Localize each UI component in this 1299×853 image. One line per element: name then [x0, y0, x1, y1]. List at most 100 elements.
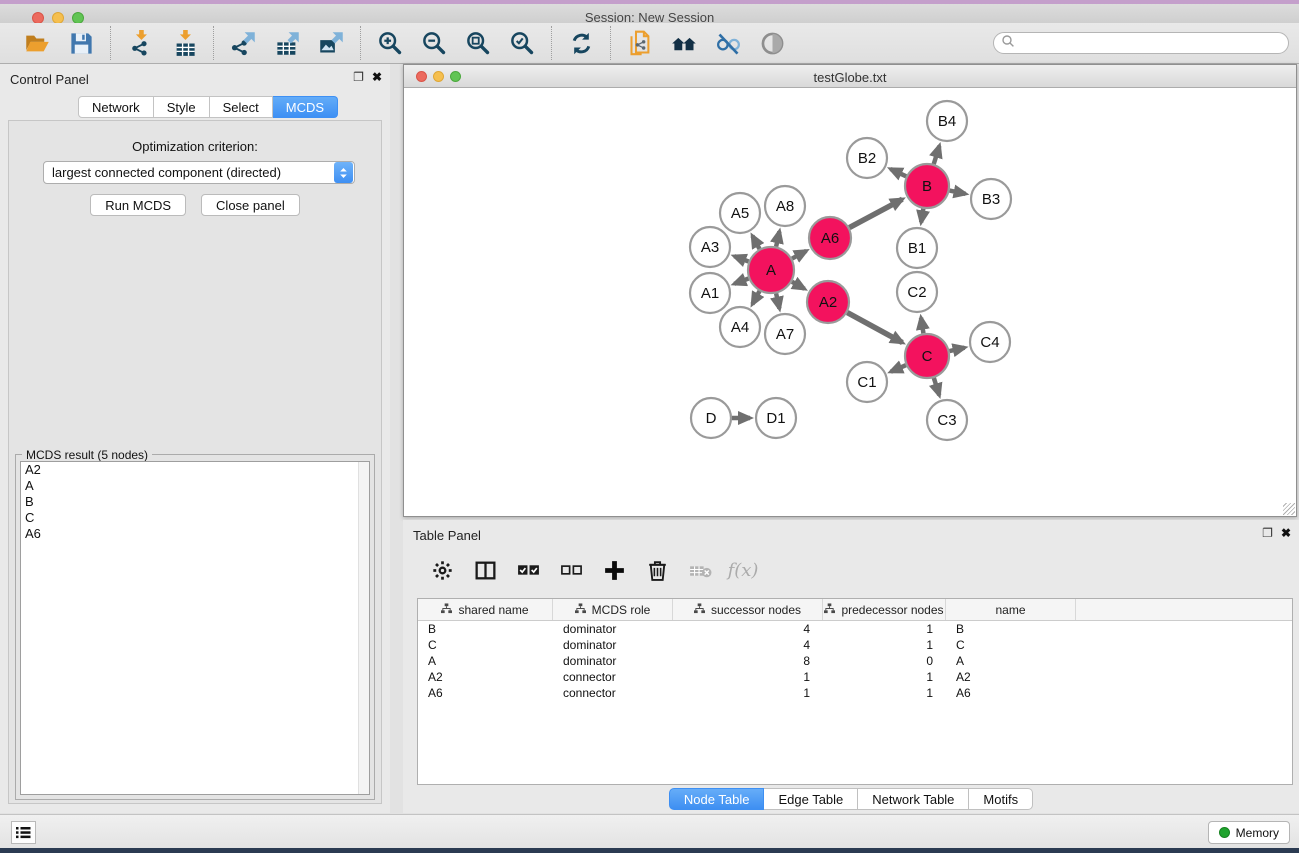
import-network-icon[interactable] [125, 28, 155, 58]
edge-B-B4[interactable] [934, 146, 940, 164]
edge-C-C3[interactable] [934, 378, 939, 395]
mcds-result-item[interactable]: B [21, 494, 369, 510]
network-canvas[interactable]: B4 B2 B B3 A8A5 A6 A3 B1 A A1 C2 A2 A4A7 C4 C C1 C3 D D1 [404, 88, 1296, 516]
close-table-panel-icon[interactable]: ✖ [1281, 526, 1291, 540]
edge-A-A4[interactable] [752, 291, 759, 304]
node-D[interactable]: D [691, 398, 731, 438]
node-A[interactable]: A [748, 247, 794, 293]
table-row[interactable]: A2connector11A2 [418, 669, 1292, 685]
open-file-icon[interactable] [22, 28, 52, 58]
edge-A-A5[interactable] [752, 236, 759, 249]
node-A8[interactable]: A8 [765, 186, 805, 226]
tab-style[interactable]: Style [154, 96, 210, 118]
add-column-icon[interactable] [601, 557, 627, 583]
run-mcds-button[interactable]: Run MCDS [90, 194, 186, 216]
criterion-dropdown[interactable]: largest connected component (directed) [43, 161, 355, 184]
edge-B-B2[interactable] [891, 169, 907, 176]
tab-network-table[interactable]: Network Table [858, 788, 969, 810]
zoom-in-icon[interactable] [375, 28, 405, 58]
column-header-shared-name[interactable]: shared name [418, 599, 553, 620]
resize-grip[interactable] [1283, 503, 1295, 515]
zoom-selected-icon[interactable] [507, 28, 537, 58]
mcds-result-list[interactable]: A2ABCA6 [20, 461, 370, 795]
edge-A6-B[interactable] [849, 199, 902, 227]
node-B3[interactable]: B3 [971, 179, 1011, 219]
export-table-icon[interactable] [272, 28, 302, 58]
node-A2[interactable]: A2 [807, 281, 849, 323]
node-C3[interactable]: C3 [927, 400, 967, 440]
node-A5[interactable]: A5 [720, 193, 760, 233]
node-table[interactable]: shared nameMCDS rolesuccessor nodesprede… [417, 598, 1293, 785]
column-header-predecessor-nodes[interactable]: predecessor nodes [823, 599, 946, 620]
refresh-view-icon[interactable] [566, 28, 596, 58]
hide-graphics-details-icon[interactable] [713, 28, 743, 58]
import-table-icon[interactable] [169, 28, 199, 58]
result-scrollbar[interactable] [358, 462, 369, 794]
edge-B-B1[interactable] [921, 209, 923, 223]
table-row[interactable]: Bdominator41B [418, 621, 1292, 637]
table-row[interactable]: Cdominator41C [418, 637, 1292, 653]
table-row[interactable]: A6connector11A6 [418, 685, 1292, 701]
tab-mcds[interactable]: MCDS [273, 96, 338, 118]
node-C1[interactable]: C1 [847, 362, 887, 402]
node-B2[interactable]: B2 [847, 138, 887, 178]
column-header-successor-nodes[interactable]: successor nodes [673, 599, 823, 620]
node-B1[interactable]: B1 [897, 228, 937, 268]
export-image-icon[interactable] [316, 28, 346, 58]
deselect-all-rows-icon[interactable] [558, 557, 584, 583]
column-header-name[interactable]: name [946, 599, 1076, 620]
edge-A-A3[interactable] [734, 256, 748, 261]
memory-button[interactable]: Memory [1208, 821, 1290, 844]
mcds-result-item[interactable]: A [21, 478, 369, 494]
edge-C-C2[interactable] [921, 318, 923, 334]
search-box[interactable] [993, 32, 1289, 54]
mcds-result-item[interactable]: A6 [21, 526, 369, 542]
network-from-selection-icon[interactable] [625, 28, 655, 58]
node-A7[interactable]: A7 [765, 314, 805, 354]
tab-node-table[interactable]: Node Table [669, 788, 765, 810]
tab-network[interactable]: Network [78, 96, 154, 118]
table-settings-icon[interactable] [429, 557, 455, 583]
column-visibility-icon[interactable] [472, 557, 498, 583]
node-A3[interactable]: A3 [690, 227, 730, 267]
float-table-panel-icon[interactable]: ❐ [1262, 526, 1273, 540]
edge-A-A6[interactable] [792, 251, 806, 259]
task-history-button[interactable] [11, 821, 36, 844]
home-icon[interactable] [669, 28, 699, 58]
node-D1[interactable]: D1 [756, 398, 796, 438]
edge-A-A7[interactable] [776, 293, 779, 308]
tab-select[interactable]: Select [210, 96, 273, 118]
tab-edge-table[interactable]: Edge Table [764, 788, 858, 810]
search-input[interactable] [1015, 36, 1265, 50]
close-panel-icon[interactable]: ✖ [372, 70, 382, 84]
zoom-out-icon[interactable] [419, 28, 449, 58]
node-B4[interactable]: B4 [927, 101, 967, 141]
node-A4[interactable]: A4 [720, 307, 760, 347]
table-row[interactable]: Adominator80A [418, 653, 1292, 669]
edge-A-A2[interactable] [792, 282, 805, 289]
node-C[interactable]: C [905, 334, 949, 378]
delete-column-icon[interactable] [644, 557, 670, 583]
edge-C-C4[interactable] [949, 348, 964, 351]
edge-A2-C[interactable] [847, 313, 902, 343]
edge-A-A1[interactable] [734, 278, 748, 283]
node-C4[interactable]: C4 [970, 322, 1010, 362]
zoom-fit-icon[interactable] [463, 28, 493, 58]
node-B[interactable]: B [905, 164, 949, 208]
node-A1[interactable]: A1 [690, 273, 730, 313]
node-A6[interactable]: A6 [809, 217, 851, 259]
edge-C-C1[interactable] [891, 365, 906, 372]
network-window-titlebar[interactable]: testGlobe.txt [404, 65, 1296, 88]
save-session-icon[interactable] [66, 28, 96, 58]
edge-A-A8[interactable] [776, 231, 779, 246]
mcds-result-item[interactable]: A2 [21, 462, 369, 478]
tab-motifs[interactable]: Motifs [969, 788, 1033, 810]
mcds-result-item[interactable]: C [21, 510, 369, 526]
close-panel-button[interactable]: Close panel [201, 194, 300, 216]
float-panel-icon[interactable]: ❐ [353, 70, 364, 84]
edge-B-B3[interactable] [950, 191, 966, 194]
node-C2[interactable]: C2 [897, 272, 937, 312]
select-all-rows-icon[interactable] [515, 557, 541, 583]
export-network-icon[interactable] [228, 28, 258, 58]
show-grouping-icon[interactable] [757, 28, 787, 58]
